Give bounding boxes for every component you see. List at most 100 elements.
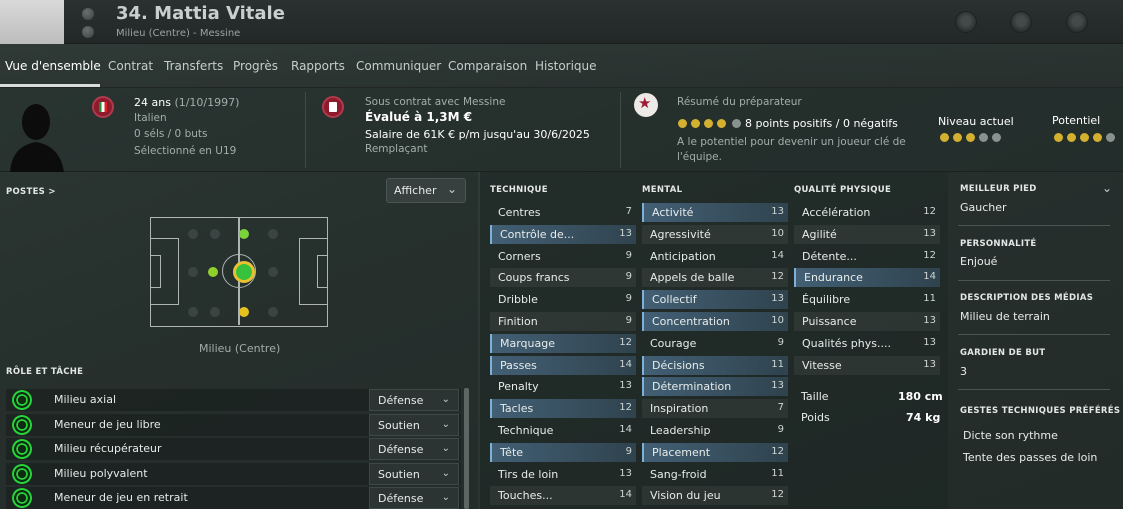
player-position-club: Milieu (Centre) - Messine: [116, 28, 241, 39]
attribute-row[interactable]: Passes 14: [490, 356, 636, 375]
display-dropdown[interactable]: Afficher ⌄: [386, 178, 466, 203]
current-ability-label: Niveau actuel: [938, 115, 1014, 128]
attribute-row[interactable]: Finition 9: [490, 312, 636, 331]
attribute-value: 11: [923, 293, 936, 304]
attribute-row[interactable]: Placement 12: [642, 443, 788, 462]
role-row[interactable]: Milieu axial Défense ⌄: [6, 389, 461, 411]
attribute-name: Marquage: [500, 337, 556, 350]
positions-title[interactable]: POSTES >: [6, 187, 56, 197]
header-action-button[interactable]: [1010, 11, 1032, 33]
attribute-row[interactable]: Centres 7: [490, 203, 636, 222]
attribute-name: Détente...: [802, 250, 857, 263]
attribute-row[interactable]: Inspiration 7: [642, 399, 788, 418]
attribute-row[interactable]: Leadership 9: [642, 421, 788, 440]
attribute-row[interactable]: Détente... 12: [794, 247, 940, 266]
attribute-row[interactable]: Concentration 10: [642, 312, 788, 331]
attribute-row[interactable]: Détermination 13: [642, 377, 788, 396]
attribute-row[interactable]: Décisions 11: [642, 356, 788, 375]
duty-select[interactable]: Défense ⌄: [369, 389, 459, 411]
attribute-row[interactable]: Contrôle de... 13: [490, 225, 636, 244]
attribute-row[interactable]: Équilibre 11: [794, 290, 940, 309]
attribute-value: 13: [923, 315, 936, 326]
header-action-button[interactable]: [955, 11, 977, 33]
attribute-row[interactable]: Technique 14: [490, 421, 636, 440]
roles-scrollbar[interactable]: [464, 388, 469, 509]
tab-contract[interactable]: Contrat: [108, 59, 153, 73]
tab-communicate[interactable]: Communiquer: [356, 59, 441, 73]
divider: [958, 334, 1110, 335]
age-value: 24 ans: [134, 96, 171, 109]
attribute-row[interactable]: Accélération 12: [794, 203, 940, 222]
role-row[interactable]: Milieu récupérateur Défense ⌄: [6, 438, 461, 460]
divider: [958, 389, 1110, 390]
attribute-row[interactable]: Courage 9: [642, 334, 788, 353]
position-dot: [188, 307, 198, 317]
attribute-row[interactable]: Puissance 13: [794, 312, 940, 331]
attribute-row[interactable]: Corners 9: [490, 247, 636, 266]
attribute-row[interactable]: Vitesse 13: [794, 356, 940, 375]
attribute-value: 10: [771, 315, 784, 326]
tab-overview[interactable]: Vue d'ensemble: [5, 59, 101, 73]
media-description-title: DESCRIPTION DES MÉDIAS: [960, 293, 1094, 303]
attribute-row[interactable]: Agilité 13: [794, 225, 940, 244]
best-foot-value: Gaucher: [960, 201, 1007, 214]
attribute-row[interactable]: Sang-froid 11: [642, 465, 788, 484]
attribute-name: Décisions: [652, 359, 705, 372]
role-name: Milieu polyvalent: [54, 467, 148, 480]
attribute-row[interactable]: Appels de balle 12: [642, 268, 788, 287]
attribute-row[interactable]: Dribble 9: [490, 290, 636, 309]
attribute-value: 7: [777, 402, 784, 413]
attribute-row[interactable]: Tacles 12: [490, 399, 636, 418]
duty-select[interactable]: Défense ⌄: [369, 438, 459, 460]
divider: [620, 92, 621, 168]
role-name: Milieu axial: [54, 393, 116, 406]
attribute-row[interactable]: Endurance 14: [794, 268, 940, 287]
attribute-row[interactable]: Qualités phys.... 13: [794, 334, 940, 353]
attribute-value: 9: [625, 446, 632, 457]
attribute-name: Tirs de loin: [498, 468, 559, 481]
attribute-value: 13: [619, 380, 632, 391]
attribute-name: Appels de balle: [650, 271, 735, 284]
attribute-row[interactable]: Activité 13: [642, 203, 788, 222]
divider: [958, 280, 1110, 281]
physical-title: QUALITÉ PHYSIQUE: [794, 185, 892, 195]
duty-select[interactable]: Soutien ⌄: [369, 414, 459, 436]
attribute-name: Tête: [500, 446, 524, 459]
tab-reports[interactable]: Rapports: [291, 59, 345, 73]
tab-history[interactable]: Historique: [535, 59, 597, 73]
player-name: 34. Mattia Vitale: [116, 3, 285, 24]
duty-value: Défense: [378, 394, 424, 407]
role-row[interactable]: Meneur de jeu libre Soutien ⌄: [6, 414, 461, 436]
coach-report-icon: ★: [634, 93, 658, 117]
role-row[interactable]: Milieu polyvalent Soutien ⌄: [6, 463, 461, 485]
attribute-row[interactable]: Penalty 13: [490, 377, 636, 396]
attribute-row[interactable]: Touches... 14: [490, 486, 636, 505]
role-row[interactable]: Meneur de jeu en retrait Défense ⌄: [6, 487, 461, 509]
goalkeeper-title: GARDIEN DE BUT: [960, 348, 1046, 358]
attribute-name: Concentration: [652, 315, 730, 328]
attribute-row[interactable]: Collectif 13: [642, 290, 788, 309]
duty-select[interactable]: Soutien ⌄: [369, 463, 459, 485]
tab-comparison[interactable]: Comparaison: [448, 59, 527, 73]
role-rating-icon: [12, 415, 32, 435]
tab-progress[interactable]: Progrès: [233, 59, 278, 73]
attribute-row[interactable]: Tirs de loin 13: [490, 465, 636, 484]
attribute-row[interactable]: Anticipation 14: [642, 247, 788, 266]
header-action-button[interactable]: [1066, 11, 1088, 33]
attribute-row[interactable]: Marquage 12: [490, 334, 636, 353]
attribute-row[interactable]: Vision du jeu 12: [642, 486, 788, 505]
attribute-row[interactable]: Agressivité 10: [642, 225, 788, 244]
attribute-name: Tacles: [500, 402, 534, 415]
mental-title: MENTAL: [642, 185, 683, 195]
attribute-value: 7: [625, 206, 632, 217]
chevron-down-icon[interactable]: ⌄: [1102, 181, 1112, 195]
attribute-row[interactable]: Coups francs 9: [490, 268, 636, 287]
attribute-name: Accélération: [802, 206, 871, 219]
nationality: Italien: [134, 112, 167, 124]
duty-value: Soutien: [378, 419, 420, 432]
attribute-value: 13: [771, 380, 784, 391]
duty-select[interactable]: Défense ⌄: [369, 487, 459, 509]
goal-box-right: [317, 255, 327, 288]
attribute-row[interactable]: Tête 9: [490, 443, 636, 462]
tab-transfers[interactable]: Transferts: [164, 59, 223, 73]
